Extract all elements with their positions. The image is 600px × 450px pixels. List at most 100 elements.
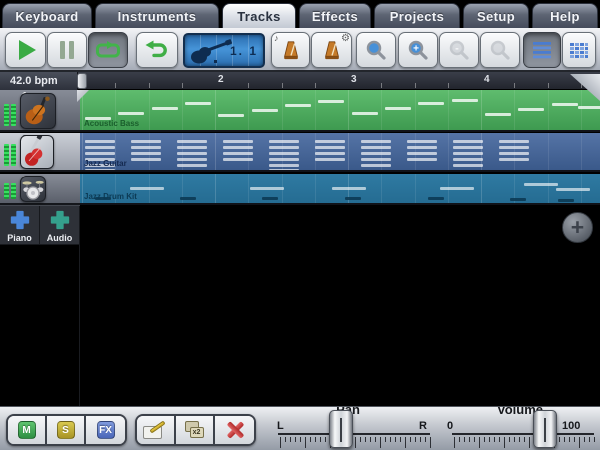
add-region-button[interactable]: + [562,212,593,243]
playhead-marker[interactable] [77,73,87,89]
tab-projects[interactable]: Projects [374,3,460,28]
midi-note [361,158,391,161]
grid-view-button[interactable] [562,32,596,68]
pan-slider-track[interactable] [278,433,430,435]
zoom-out-icon: - [448,39,470,61]
instrument-position-display[interactable]: 1. 1 [183,33,265,68]
timeline-ruler[interactable]: 42.0 bpm 234 [0,72,600,90]
zoom-fit-button[interactable] [480,32,520,68]
beat-gridline [215,133,216,170]
track-clip[interactable]: Jazz Guitar [80,133,600,172]
duplicate-x2-icon: x2 [183,419,207,441]
play-button[interactable] [5,32,46,68]
delete-button[interactable] [215,416,254,444]
tab-help[interactable]: Help [532,3,598,28]
clip-label: Jazz Drum Kit [84,192,137,201]
beat-tick [514,83,515,88]
edit-track-button[interactable] [137,416,176,444]
track-clip[interactable]: Jazz Drum Kit [80,174,600,205]
tab-instruments[interactable]: Instruments [95,3,219,28]
ruler-tick [509,437,510,442]
track-list-view-button[interactable] [523,32,561,68]
midi-note [180,197,196,200]
midi-note [85,140,115,143]
edit-pencil-icon [143,420,169,440]
beat-gridline [315,174,316,203]
mute-button[interactable]: M [8,416,47,444]
beat-gridline [315,90,316,130]
loop-button[interactable] [88,32,128,68]
tab-setup[interactable]: Setup [463,3,529,28]
midi-note [130,187,164,190]
zoom-fit-icon [489,39,511,61]
instrument-tile-button[interactable] [20,135,54,169]
midi-note [223,140,253,143]
metronome-button[interactable]: ♪ [271,32,310,68]
instrument-tile-button[interactable] [20,93,56,129]
select-zoom-tool-button[interactable] [356,32,396,68]
midi-note [361,164,391,167]
volume-slider-track[interactable] [452,433,594,435]
zoom-in-button[interactable]: + [398,32,438,68]
duplicate-button[interactable]: x2 [176,416,215,444]
add-audio-label: Audio [40,233,79,243]
ruler-tick [474,437,475,442]
midi-note [250,187,284,190]
midi-note [118,112,144,115]
grid-view-icon [569,42,589,59]
add-piano-track-button[interactable]: Piano [0,206,40,244]
tab-effects[interactable]: Effects [299,3,371,28]
beat-gridline [215,90,216,130]
fx-button[interactable]: FX [86,416,125,444]
volume-slider-handle[interactable] [533,410,557,448]
solo-button[interactable]: S [47,416,86,444]
midi-note [407,146,437,149]
beat-tick [381,83,382,88]
ruler-tick [310,437,311,442]
plus-icon [9,209,31,231]
ruler-tick [300,437,301,442]
zoom-out-button[interactable]: - [439,32,479,68]
list-view-icon [532,41,552,59]
midi-note [252,109,278,112]
volume-max-label: 100 [562,420,580,432]
ruler-tick [405,437,406,448]
solo-icon: S [57,421,75,439]
instrument-tile-button[interactable] [20,176,46,202]
metronome-settings-button[interactable]: ⚙ [311,32,352,68]
pan-slider-handle[interactable] [329,410,353,448]
ruler-tick [365,437,366,442]
midi-note [452,99,478,102]
metronome-settings-icon [322,39,342,61]
ruler-tick [524,437,525,442]
midi-note [345,197,361,200]
ruler-tick [355,437,356,448]
bar-beat-position: 1. 1 [230,44,258,58]
midi-note [332,187,366,190]
ruler-tick [315,437,316,442]
track-header-acoustic-bass[interactable]: 1 [0,90,80,132]
midi-note [131,140,161,143]
beat-gridline [182,90,183,130]
midi-note [262,197,278,200]
level-meter [4,144,16,166]
tab-keyboard[interactable]: Keyboard [2,3,92,28]
ruler-tick [285,437,286,442]
ruler-tick [479,437,480,448]
midi-note [552,103,578,106]
midi-note [223,146,253,149]
track-row: 1 Acoustic Bass [0,90,600,132]
beat-gridline [448,90,449,130]
track-clip[interactable]: Acoustic Bass [80,90,600,132]
volume-ruler-ticks [454,437,594,449]
undo-button[interactable] [136,32,178,68]
track-header-jazz-drum-kit[interactable]: 3 [0,174,80,205]
bpm-display[interactable]: 42.0 bpm [0,72,78,90]
pan-left-label: L [277,420,284,432]
pause-button[interactable] [47,32,87,68]
track-header-jazz-guitar[interactable]: 2 [0,133,80,172]
tab-tracks[interactable]: Tracks [222,3,296,28]
add-audio-track-button[interactable]: Audio [40,206,80,244]
midi-note [499,140,529,143]
ruler-tick [529,437,530,448]
